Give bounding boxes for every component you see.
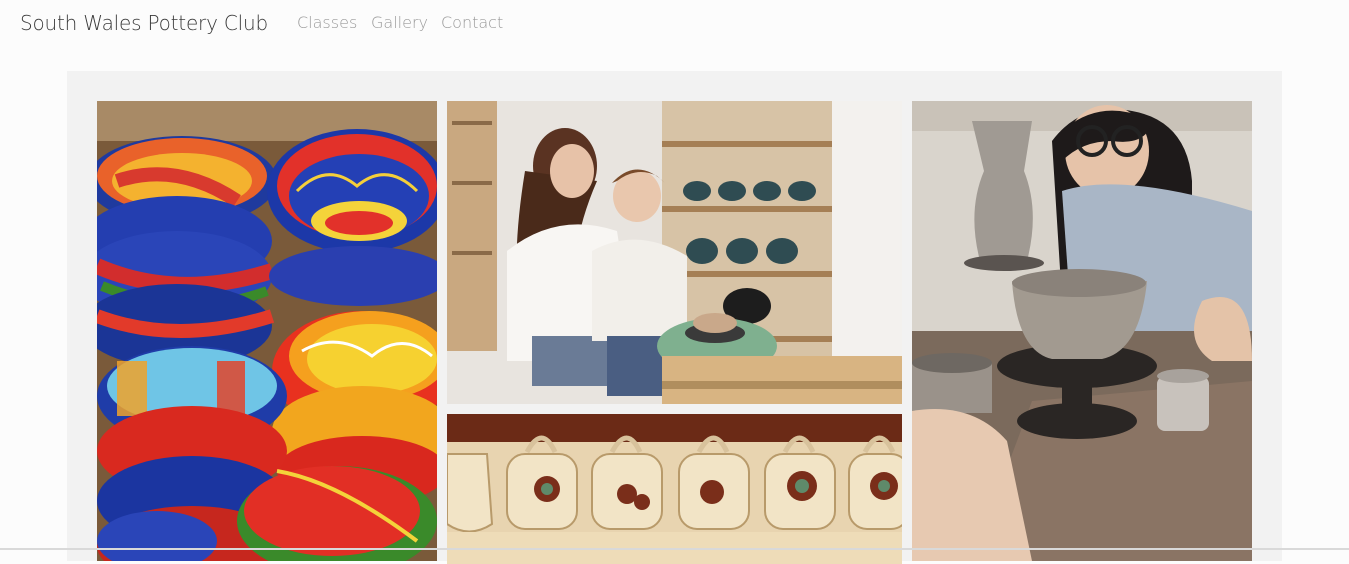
nav-link-classes[interactable]: Classes [297,13,357,32]
nav-link-gallery[interactable]: Gallery [371,13,428,32]
wheel-illustration [912,101,1252,561]
gallery-image-wheel[interactable] [912,101,1252,561]
mother-son-illustration [447,101,902,404]
site-brand[interactable]: South Wales Pottery Club [20,11,268,35]
bowls-illustration [97,101,437,561]
gallery-image-mugs[interactable] [447,414,902,564]
gallery-image-mother-son[interactable] [447,101,902,404]
mugs-illustration [447,414,902,564]
top-navbar: South Wales Pottery Club Classes Gallery… [0,0,1349,46]
gallery-image-bowls[interactable] [97,101,437,561]
nav-link-contact[interactable]: Contact [441,13,503,32]
